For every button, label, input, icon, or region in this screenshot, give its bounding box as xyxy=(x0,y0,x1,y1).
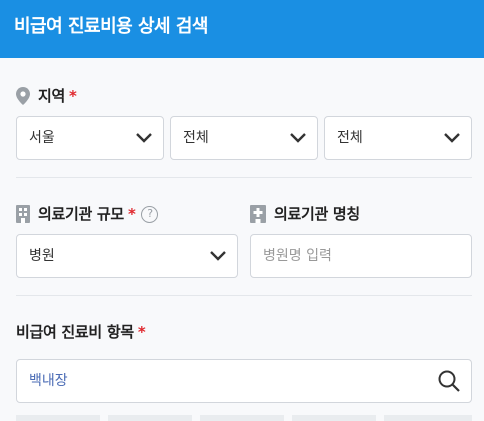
region-district-select[interactable]: 전체 xyxy=(170,116,318,160)
region-label-text: 지역 xyxy=(38,87,66,105)
chevron-down-icon xyxy=(136,133,152,143)
required-mark: * xyxy=(137,323,146,341)
chevron-down-icon xyxy=(290,133,306,143)
required-mark: * xyxy=(69,87,77,105)
search-icon[interactable] xyxy=(437,369,461,393)
chevron-down-icon xyxy=(210,251,226,261)
result-tile xyxy=(108,415,192,421)
page-title: 비급여 진료비용 상세 검색 xyxy=(14,16,208,37)
institution-scale-select[interactable]: 병원 xyxy=(16,234,238,278)
item-label-text: 비급여 진료비 항목 xyxy=(16,323,134,341)
result-tile xyxy=(200,415,284,421)
region-city-value: 서울 xyxy=(29,130,55,146)
section-divider xyxy=(16,177,472,178)
institution-name-label-text: 의료기관 명칭 xyxy=(274,205,360,223)
item-search-input[interactable]: 백내장 xyxy=(16,359,472,403)
item-label: 비급여 진료비 항목 * xyxy=(16,322,146,342)
chevron-down-icon xyxy=(444,133,460,143)
result-tile xyxy=(384,415,472,421)
institution-scale-value: 병원 xyxy=(29,248,55,264)
institution-name-input[interactable]: 병원명 입력 xyxy=(250,234,472,278)
region-town-select[interactable]: 전체 xyxy=(324,116,472,160)
result-tile xyxy=(292,415,376,421)
region-city-select[interactable]: 서울 xyxy=(16,116,164,160)
result-tile xyxy=(16,415,100,421)
required-mark: * xyxy=(127,205,136,223)
region-district-value: 전체 xyxy=(183,130,209,146)
institution-scale-label-text: 의료기관 규모 xyxy=(38,205,124,223)
region-town-value: 전체 xyxy=(337,130,363,146)
building-icon xyxy=(16,205,30,223)
help-icon[interactable]: ? xyxy=(141,205,159,223)
page-header: 비급여 진료비용 상세 검색 xyxy=(0,0,484,58)
hospital-icon xyxy=(250,205,266,223)
location-pin-icon xyxy=(16,87,30,105)
institution-name-placeholder: 병원명 입력 xyxy=(263,248,332,264)
institution-scale-label: 의료기관 규모 * ? xyxy=(16,204,159,224)
item-search-value: 백내장 xyxy=(29,373,68,389)
institution-name-label: 의료기관 명칭 xyxy=(250,204,360,224)
region-label: 지역 * xyxy=(16,86,77,106)
section-divider xyxy=(16,295,472,296)
